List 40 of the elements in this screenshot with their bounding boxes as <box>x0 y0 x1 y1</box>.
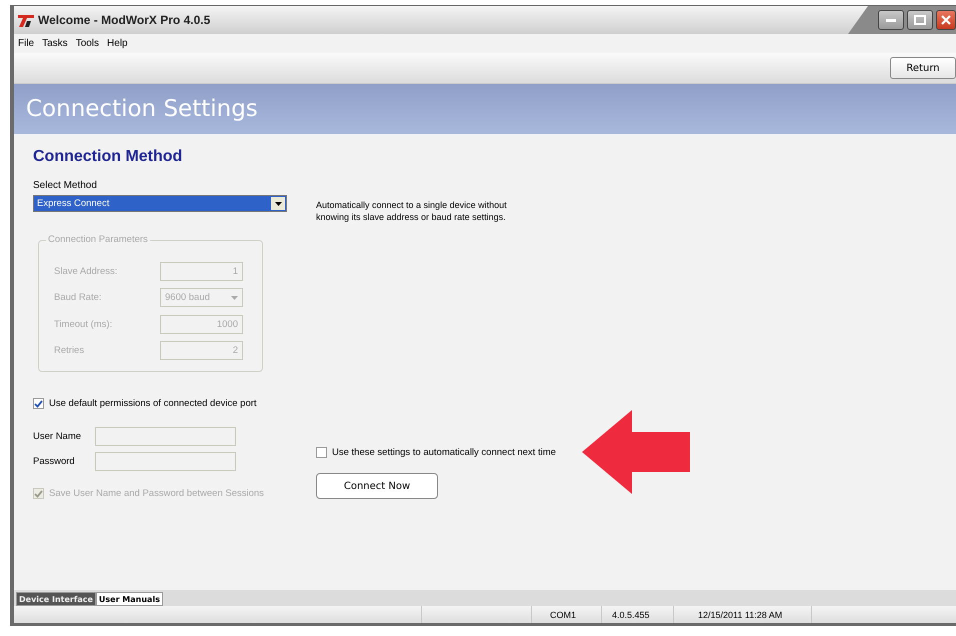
field-label: Retries <box>54 345 86 356</box>
description-text: Automatically connect to a single device without knowing its slave address or baud rate settings. <box>316 199 508 223</box>
checkbox[interactable] <box>316 447 327 458</box>
tab[interactable]: User Manuals <box>96 592 163 606</box>
checkbox-label: Use these settings to automatically connect next time <box>332 447 556 458</box>
menu-item[interactable]: File <box>18 38 34 49</box>
tab[interactable]: Device Interface <box>16 592 96 606</box>
field-label: Password <box>33 456 76 467</box>
field-label: Slave Address: <box>54 266 118 277</box>
dropdown-arrow-icon <box>274 202 282 206</box>
maximize-icon <box>914 15 926 25</box>
field-label: User Name <box>33 431 82 442</box>
minimize-button[interactable] <box>878 10 904 30</box>
close-button[interactable] <box>936 10 956 30</box>
input-field[interactable] <box>95 452 236 471</box>
page-title: Connection Settings <box>26 96 258 122</box>
status-text: 4.0.5.455 <box>612 610 650 620</box>
input-field[interactable] <box>95 427 236 446</box>
field-label: Select Method <box>33 180 98 191</box>
field-label: Timeout (ms): <box>54 318 114 330</box>
dropdown-arrow-icon <box>231 296 238 300</box>
group-title: Connection Parameters <box>46 234 150 245</box>
window-title: Welcome - ModWorX Pro 4.0.5 <box>38 13 210 27</box>
menu-item[interactable]: Help <box>107 38 128 49</box>
maximize-button[interactable] <box>907 10 933 30</box>
status-text: COM1 <box>550 610 576 620</box>
status-text: 12/15/2011 11:28 AM <box>698 610 782 620</box>
checkbox-label: Use default permissions of connected device port <box>49 398 257 409</box>
return-button[interactable]: Return <box>890 57 956 79</box>
app-logo-icon <box>18 13 34 27</box>
connect-now-button[interactable]: Connect Now <box>316 473 438 499</box>
close-icon <box>941 15 951 25</box>
menu-item[interactable]: Tasks <box>42 38 68 49</box>
minimize-icon <box>886 18 896 22</box>
menu-item[interactable]: Tools <box>76 38 100 49</box>
method-dropdown[interactable]: Express Connect <box>33 195 287 212</box>
checkbox[interactable] <box>33 398 44 409</box>
field-label: Baud Rate: <box>54 292 103 304</box>
checkbox-label: Save User Name and Password between Sessions <box>49 488 264 499</box>
section-heading: Connection Method <box>33 148 184 166</box>
